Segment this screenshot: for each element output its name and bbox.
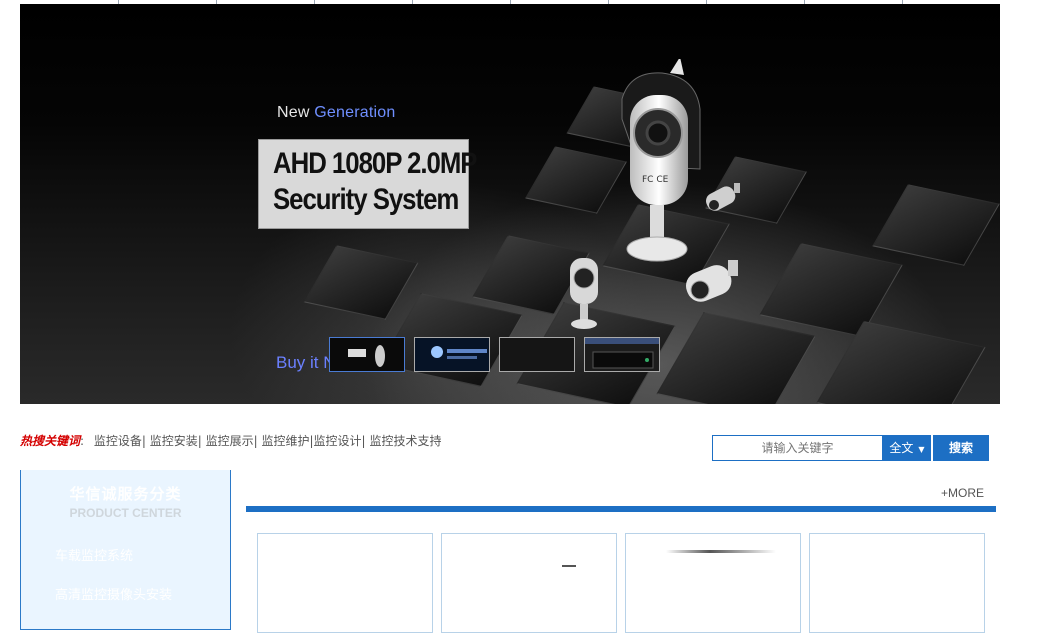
hot-keyword-link[interactable]: 监控技术支持 bbox=[369, 434, 441, 448]
sidebar-item-hd-camera-install[interactable]: 高清监控摄像头安装 bbox=[55, 584, 172, 603]
search-scope-label: 全文 bbox=[889, 441, 914, 455]
section-divider bbox=[246, 506, 996, 512]
banner-title-line1: AHD 1080P 2.0MP bbox=[273, 147, 477, 180]
sidebar-item-vehicle-monitoring[interactable]: 车载监控系统 bbox=[55, 545, 133, 564]
sidebar-header: 华信诚服务分类 PRODUCT CENTER bbox=[21, 470, 230, 520]
sidebar-title-cn: 华信诚服务分类 bbox=[69, 485, 182, 503]
hero-banner[interactable]: New Generation AHD 1080P 2.0MP Security … bbox=[20, 4, 1000, 404]
product-image-fragment bbox=[562, 565, 576, 567]
hot-keywords-bar: 热搜关键词: 监控设备| 监控安装| 监控展示| 监控维护|监控设计| 监控技术… bbox=[20, 434, 442, 448]
banner-tagline: New Generation bbox=[277, 104, 396, 121]
product-card[interactable] bbox=[441, 533, 617, 633]
hot-keywords-label: 热搜关键词 bbox=[20, 434, 81, 448]
bullet-camera-small-icon bbox=[570, 258, 598, 329]
search-scope-select[interactable]: 全文 ▼ bbox=[883, 435, 932, 461]
more-link[interactable]: +MORE bbox=[941, 486, 984, 500]
product-category-sidebar: 华信诚服务分类 PRODUCT CENTER 车载监控系统 高清监控摄像头安装 bbox=[20, 470, 231, 630]
banner-buy-text: Buy it N bbox=[276, 353, 336, 372]
bullet-camera-far-icon bbox=[705, 183, 740, 211]
product-card[interactable] bbox=[257, 533, 433, 633]
banner-title-box: AHD 1080P 2.0MP Security System bbox=[258, 139, 477, 229]
banner-slide-3[interactable] bbox=[499, 337, 575, 372]
banner-slide-4[interactable] bbox=[584, 337, 660, 372]
hot-keyword-link[interactable]: 监控设备| bbox=[94, 434, 146, 448]
banner-title-line2: Security System bbox=[273, 183, 459, 216]
search-button[interactable]: 搜索 bbox=[933, 435, 989, 461]
hot-keyword-link[interactable]: 监控展示| bbox=[206, 434, 258, 448]
camera-cert-label: FC CE bbox=[642, 175, 669, 185]
product-card[interactable] bbox=[625, 533, 801, 633]
hot-keyword-link[interactable]: 监控维护|监控设计| bbox=[262, 434, 366, 448]
banner-slide-1[interactable] bbox=[329, 337, 405, 372]
search-input[interactable] bbox=[712, 435, 883, 461]
product-card[interactable] bbox=[809, 533, 985, 633]
bullet-camera-medium-icon bbox=[685, 260, 738, 302]
hot-keyword-link[interactable]: 监控安装| bbox=[150, 434, 202, 448]
chevron-down-icon: ▼ bbox=[918, 445, 925, 454]
bullet-camera-large-icon: FC CE bbox=[621, 59, 701, 262]
product-image-fragment bbox=[666, 550, 776, 553]
sidebar-title-en: PRODUCT CENTER bbox=[69, 506, 182, 520]
banner-slide-2[interactable] bbox=[414, 337, 490, 372]
